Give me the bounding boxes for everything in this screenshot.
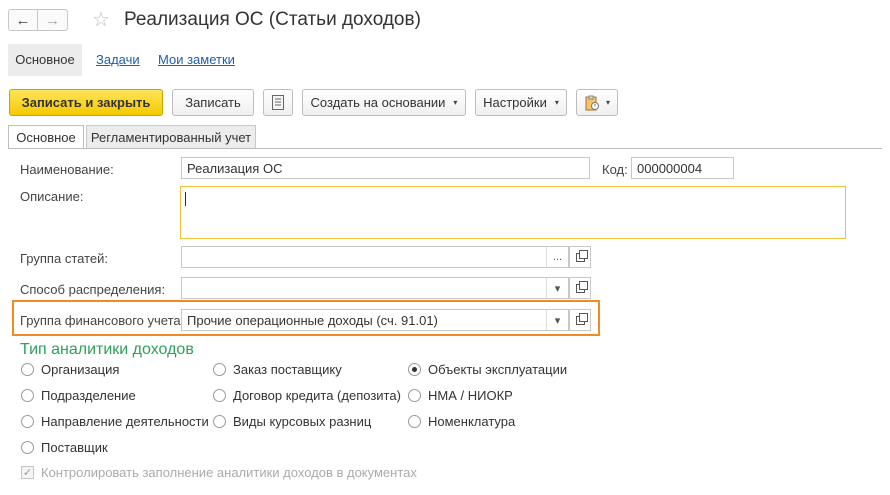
open-item-group-button[interactable]	[569, 246, 591, 268]
favorite-star-icon[interactable]: ☆	[92, 7, 110, 32]
arrow-right-icon: →	[45, 11, 60, 29]
tab-notes[interactable]: Мои заметки	[158, 44, 235, 76]
save-and-close-button[interactable]: Записать и закрыть	[9, 89, 163, 116]
radio-label: Виды курсовых разниц	[233, 414, 372, 429]
item-group-label: Группа статей:	[20, 251, 108, 266]
report-button[interactable]	[263, 89, 293, 116]
tab-regulated-accounting[interactable]: Регламентированный учет	[86, 125, 256, 149]
open-window-icon	[575, 280, 588, 293]
tab-main-nav[interactable]: Основное	[8, 44, 82, 76]
radio-circle	[213, 363, 226, 376]
radio-circle-selected	[408, 363, 421, 376]
document-list-icon	[272, 95, 284, 110]
open-window-icon	[575, 312, 588, 325]
distribution-field[interactable]: ▾	[181, 277, 569, 299]
radio-label: Номенклатура	[428, 414, 516, 429]
radio-exchange-differences[interactable]: Виды курсовых разниц	[213, 414, 371, 429]
radio-label: Организация	[41, 362, 120, 377]
text-cursor	[185, 192, 186, 206]
create-based-on-label: Создать на основании	[310, 95, 446, 110]
radio-nomenclature[interactable]: Номенклатура	[408, 414, 515, 429]
fin-group-field[interactable]: Прочие операционные доходы (сч. 91.01) ▾	[181, 309, 569, 331]
radio-credit-agreement[interactable]: Договор кредита (депозита)	[213, 388, 401, 403]
chevron-down-icon: ▾	[453, 98, 458, 107]
fin-group-value: Прочие операционные доходы (сч. 91.01)	[187, 313, 438, 328]
open-window-icon	[575, 249, 588, 262]
radio-circle	[213, 389, 226, 402]
tab-divider	[8, 148, 882, 149]
chevron-down-icon[interactable]: ▾	[546, 310, 568, 330]
code-label: Код:	[602, 162, 628, 177]
control-analytics-checkbox: ✓ Контролировать заполнение аналитики до…	[21, 465, 417, 480]
forward-button[interactable]: →	[38, 9, 68, 31]
chevron-down-icon: ▾	[554, 98, 559, 107]
radio-label: Заказ поставщику	[233, 362, 342, 377]
name-field[interactable]: Реализация ОС	[181, 157, 590, 179]
radio-department[interactable]: Подразделение	[21, 388, 136, 403]
radio-intangible-assets[interactable]: НМА / НИОКР	[408, 388, 513, 403]
name-value: Реализация ОС	[187, 161, 283, 176]
description-label: Описание:	[20, 189, 84, 204]
open-distribution-button[interactable]	[569, 277, 591, 299]
settings-button[interactable]: Настройки ▾	[475, 89, 567, 116]
radio-label: Объекты эксплуатации	[428, 362, 568, 377]
select-button[interactable]: ...	[546, 247, 568, 267]
radio-label: Подразделение	[41, 388, 136, 403]
chevron-down-icon[interactable]: ▾	[546, 278, 568, 298]
radio-label: Направление деятельности	[41, 414, 209, 429]
analytics-title: Тип аналитики доходов	[20, 341, 194, 358]
fin-group-label: Группа финансового учета:	[20, 313, 185, 328]
code-field[interactable]: 000000004	[631, 157, 734, 179]
radio-circle	[408, 415, 421, 428]
radio-label: Поставщик	[41, 440, 108, 455]
control-analytics-label: Контролировать заполнение аналитики дохо…	[41, 465, 417, 480]
code-value: 000000004	[637, 161, 703, 176]
page-title: Реализация ОС (Статьи доходов)	[124, 9, 421, 30]
radio-circle	[21, 389, 34, 402]
create-based-on-button[interactable]: Создать на основании ▾	[302, 89, 466, 116]
radio-label: НМА / НИОКР	[428, 388, 513, 403]
radio-supplier-order[interactable]: Заказ поставщику	[213, 362, 342, 377]
checkmark-icon: ✓	[21, 466, 34, 479]
radio-circle	[21, 415, 34, 428]
item-group-field[interactable]: ...	[181, 246, 569, 268]
distribution-label: Способ распределения:	[20, 282, 166, 297]
tab-main[interactable]: Основное	[8, 125, 84, 149]
radio-circle	[408, 389, 421, 402]
back-button[interactable]: ←	[8, 9, 38, 31]
arrow-left-icon: ←	[15, 11, 31, 29]
clipboard-icon	[585, 95, 599, 110]
radio-activity-direction[interactable]: Направление деятельности	[21, 414, 209, 429]
radio-supplier[interactable]: Поставщик	[21, 440, 108, 455]
attachments-button[interactable]: ▾	[576, 89, 618, 116]
tab-tasks[interactable]: Задачи	[96, 44, 140, 76]
radio-circle	[21, 441, 34, 454]
description-field[interactable]	[180, 186, 846, 239]
open-fin-group-button[interactable]	[569, 309, 591, 331]
settings-label: Настройки	[483, 95, 547, 110]
name-label: Наименование:	[20, 162, 114, 177]
radio-circle	[21, 363, 34, 376]
radio-organization[interactable]: Организация	[21, 362, 119, 377]
chevron-down-icon: ▾	[605, 98, 610, 107]
radio-circle	[213, 415, 226, 428]
save-button[interactable]: Записать	[172, 89, 254, 116]
radio-operating-objects[interactable]: Объекты эксплуатации	[408, 362, 567, 377]
radio-label: Договор кредита (депозита)	[233, 388, 401, 403]
